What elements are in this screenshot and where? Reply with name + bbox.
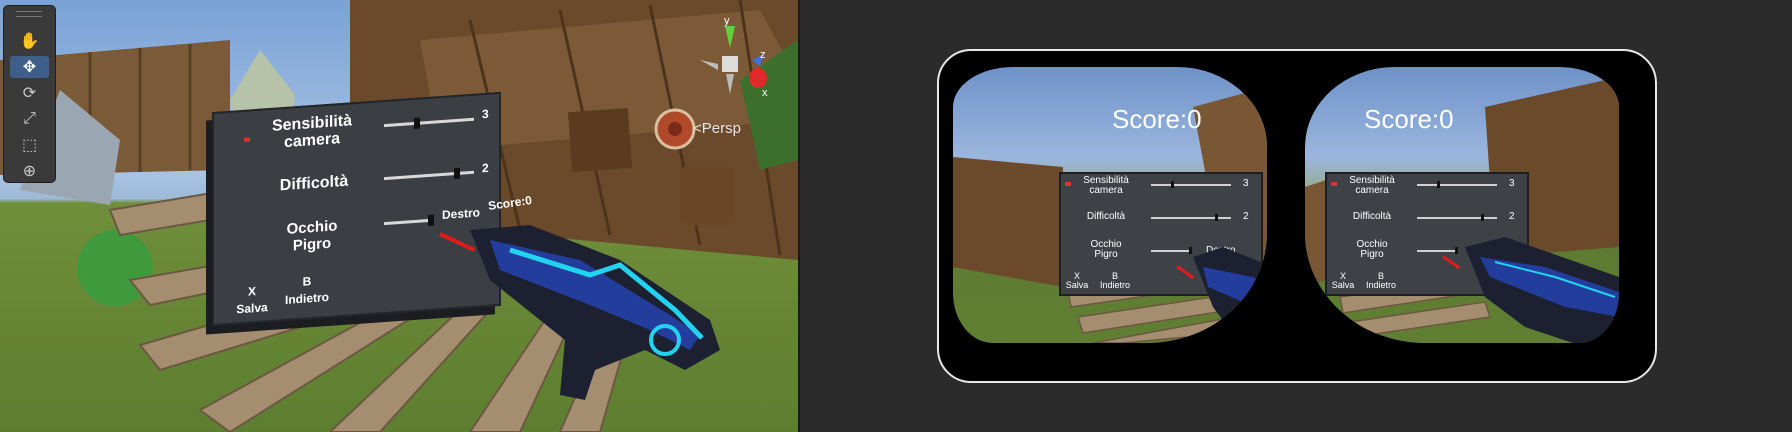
right-back-label: Indietro: [1365, 280, 1397, 290]
projection-toggle[interactable]: <Persp: [693, 120, 741, 137]
save-label: Salva: [236, 300, 268, 317]
hand-tool-button[interactable]: ✋: [10, 30, 49, 52]
right-eye-view: Score:0 Sensibilità camera 3 Difficoltà …: [1305, 67, 1619, 343]
rect-icon: ⬚: [21, 137, 38, 154]
transform-tool-button[interactable]: ⊕: [10, 160, 49, 182]
left-gun: [1193, 247, 1267, 343]
left-sensitivity-slider[interactable]: [1151, 181, 1231, 188]
transform-icon: ⊕: [22, 163, 37, 180]
right-sensitivity-value: 3: [1509, 178, 1515, 189]
rotate-tool-button[interactable]: ⟳: [10, 82, 49, 104]
right-score-display: Score:0: [1364, 104, 1454, 134]
right-difficulty-slider[interactable]: [1417, 214, 1497, 221]
right-lazy-eye-handle[interactable]: [1455, 247, 1458, 254]
right-sensitivity-handle[interactable]: [1437, 181, 1440, 188]
move-icon: ✥: [22, 59, 37, 76]
gizmo-x-label: x: [762, 87, 768, 98]
lazy-eye-slider-handle[interactable]: [428, 214, 434, 227]
right-gun: [1465, 237, 1619, 343]
right-save-label: Salva: [1331, 280, 1355, 290]
sensitivity-slider-handle[interactable]: [414, 117, 420, 129]
world-menu-panel: Sensibilità camera 3 Difficoltà 2 Occhio…: [212, 91, 501, 327]
left-lazy-eye-label: Occhio Pigro: [1090, 239, 1122, 260]
difficulty-label: Difficoltà: [279, 172, 349, 195]
view-divider: [798, 0, 800, 432]
sensitivity-slider[interactable]: [384, 117, 474, 129]
left-lazy-eye-slider[interactable]: [1151, 247, 1192, 254]
right-difficulty-value: 2: [1509, 211, 1515, 222]
left-save-hint: X Salva: [1063, 272, 1091, 290]
hand-icon: ✋: [19, 33, 40, 50]
selection-indicator: [244, 137, 250, 142]
lazy-eye-slider[interactable]: [384, 214, 434, 227]
save-hint: X Salva: [232, 282, 272, 319]
gizmo-y-axis[interactable]: [725, 26, 735, 48]
rect-tool-button[interactable]: ⬚: [10, 134, 49, 156]
left-save-label: Salva: [1065, 280, 1089, 290]
scale-icon: ⤢: [23, 110, 36, 127]
left-sensitivity-handle[interactable]: [1171, 181, 1174, 188]
left-difficulty-slider[interactable]: [1151, 214, 1231, 221]
right-sensitivity-label: Sensibilità camera: [1349, 175, 1395, 196]
orientation-gizmo[interactable]: y z x: [690, 18, 770, 98]
blaster-gun: [470, 225, 720, 400]
right-back-hint: B Indietro: [1361, 272, 1401, 290]
x-key-label: X: [247, 284, 256, 299]
right-difficulty-handle[interactable]: [1481, 214, 1484, 221]
scene-view[interactable]: Sensibilità camera 3 Difficoltà 2 Occhio…: [0, 0, 798, 432]
back-label: Indietro: [285, 289, 329, 307]
sensitivity-label: Sensibilità camera: [271, 112, 353, 152]
toolbar-grip[interactable]: [16, 11, 42, 17]
left-difficulty-label: Difficoltà: [1086, 211, 1126, 222]
gizmo-y-label: y: [724, 18, 730, 27]
left-difficulty-handle[interactable]: [1215, 214, 1218, 221]
left-difficulty-value: 2: [1243, 211, 1249, 222]
right-lazy-eye-label: Occhio Pigro: [1356, 239, 1388, 260]
lazy-eye-label: Occhio Pigro: [286, 217, 338, 255]
vr-game-view: Score:0 Sensibilità camera 3 Difficoltà …: [937, 49, 1657, 383]
back-hint: B Indietro: [282, 272, 332, 309]
gizmo-z-label: z: [760, 49, 766, 61]
left-eye-view: Score:0 Sensibilità camera 3 Difficoltà …: [953, 67, 1267, 343]
left-sensitivity-value: 3: [1243, 178, 1249, 189]
difficulty-slider[interactable]: [384, 167, 474, 181]
difficulty-slider-handle[interactable]: [454, 167, 460, 180]
right-save-hint: X Salva: [1329, 272, 1357, 290]
left-back-hint: B Indietro: [1095, 272, 1135, 290]
right-difficulty-label: Difficoltà: [1352, 211, 1392, 222]
rotate-icon: ⟳: [22, 85, 37, 102]
left-lazy-eye-handle[interactable]: [1189, 247, 1192, 254]
left-back-label: Indietro: [1099, 280, 1131, 290]
move-tool-button[interactable]: ✥: [10, 56, 49, 78]
sensitivity-value: 3: [482, 106, 489, 122]
gizmo-x-axis[interactable]: [749, 68, 767, 88]
b-key-label: B: [302, 274, 312, 289]
projection-label: Persp: [701, 120, 741, 137]
scale-tool-button[interactable]: ⤢: [10, 108, 49, 130]
difficulty-value: 2: [482, 160, 489, 176]
right-sensitivity-slider[interactable]: [1417, 181, 1497, 188]
left-score-display: Score:0: [1112, 104, 1202, 134]
left-sensitivity-label: Sensibilità camera: [1083, 175, 1129, 196]
right-lazy-eye-slider[interactable]: [1417, 247, 1458, 254]
gizmo-center[interactable]: [722, 56, 738, 72]
scene-toolbar: ✋ ✥ ⟳ ⤢ ⬚ ⊕: [4, 6, 55, 182]
